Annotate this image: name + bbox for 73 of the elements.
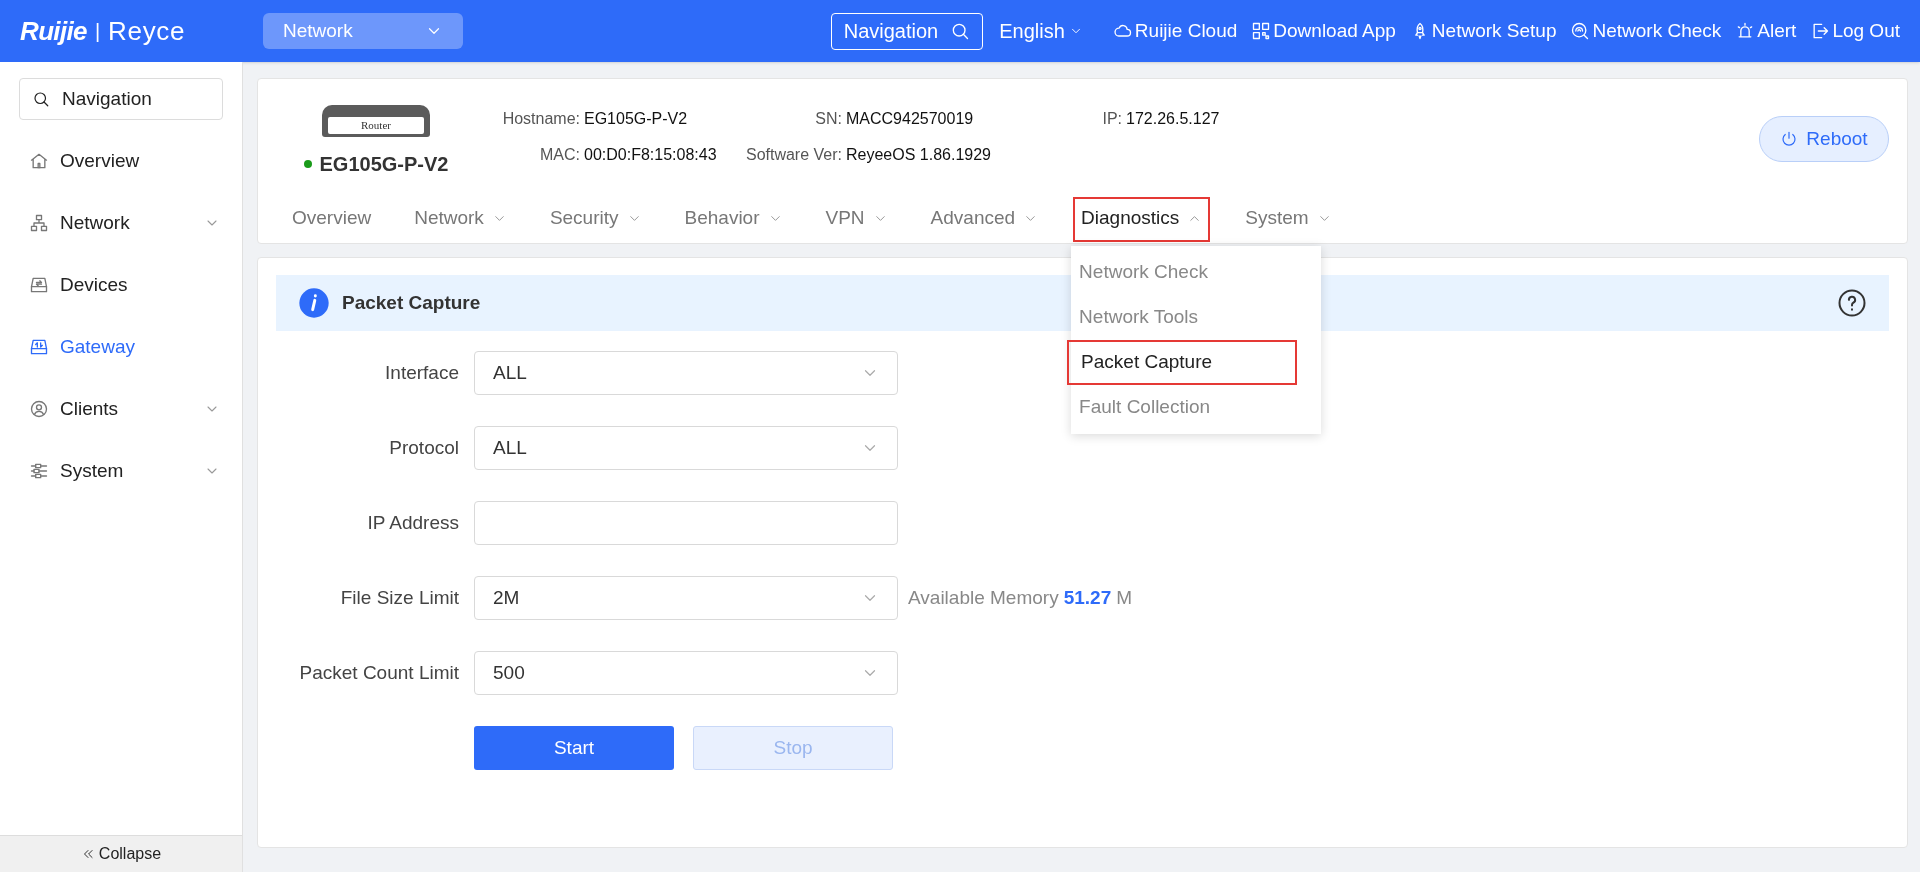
nav-tab[interactable]: Advanced [922,197,1047,242]
qr-code-icon [1251,21,1272,41]
sidebar-item[interactable]: Overview [0,130,242,192]
info-label: MAC: [539,145,581,165]
reboot-button[interactable]: Reboot [1759,116,1889,162]
info-label: Hostname: [501,109,581,129]
memory-label: Available Memory [908,585,1059,610]
sidebar-item[interactable]: System [0,440,242,502]
search-icon [32,90,50,108]
select-field[interactable]: 500 [474,651,898,695]
nav-tab[interactable]: Diagnostics [1073,197,1211,242]
select-field[interactable]: ALL [474,351,898,395]
memory-unit: M [1116,585,1133,610]
nav-tab[interactable]: VPN [817,197,896,242]
info-label: SN: [814,109,843,129]
device-name: EG105G-P-V2 [319,152,449,177]
nav-tab[interactable]: Network [406,197,515,242]
navigation-button[interactable]: Navigation [830,12,984,50]
sliders-icon [29,461,49,481]
signal-search-icon [1570,21,1591,41]
router-label: Router [361,118,391,134]
info-value: ReyeeOS 1.86.1929 [846,145,992,165]
field-label: Interface [384,360,460,385]
navigation-search-field[interactable]: Navigation [19,78,223,120]
user-circle-icon [29,399,49,419]
brand-logo: Reyce [108,14,186,48]
nav-tab[interactable]: Behavior [676,197,791,242]
collapse-button[interactable]: Collapse [0,835,242,872]
field-label: Packet Count Limit [298,660,460,685]
menu-item[interactable]: Fault Collection [1067,385,1298,430]
house-icon [29,151,49,171]
help-icon [1837,288,1867,318]
sidebar-item[interactable]: Network [0,192,242,254]
memory-value: 51.27 [1063,585,1112,610]
search-icon [950,21,971,41]
sidebar-item[interactable]: Devices [0,254,242,316]
info-value: EG105G-P-V2 [584,109,689,129]
network-tree-icon [29,213,49,233]
logo-divider: | [94,19,101,44]
power-icon [1780,130,1799,148]
menu-item[interactable]: Network Tools [1067,295,1298,340]
field-label: IP Address [366,510,460,535]
sidebar-item[interactable]: Clients [0,378,242,440]
header-link[interactable]: Log Out [1810,16,1900,46]
field-label: File Size Limit [339,585,460,610]
info-label: IP: [1101,109,1123,129]
header-link[interactable]: Alert [1735,16,1797,46]
header-link[interactable]: Network Setup [1409,16,1557,46]
select-field[interactable]: 2M [474,576,898,620]
logo: Ruijie [20,14,87,48]
menu-item[interactable]: Network Check [1067,250,1298,295]
action-button[interactable]: Start [474,726,674,770]
input-field[interactable] [474,501,898,545]
select-field[interactable]: ALL [474,426,898,470]
info-value: MACC942570019 [846,109,975,129]
gateway-icon [29,337,49,357]
header-link[interactable]: Download App [1251,16,1396,46]
network-select[interactable]: Network [263,13,463,49]
info-label: Software Ver: [744,145,843,165]
info-value: 172.26.5.127 [1126,109,1221,129]
nav-tab[interactable]: System [1237,197,1340,242]
language-select[interactable]: English [999,16,1083,46]
info-icon [298,287,330,319]
panel-title: Packet Capture [342,290,481,315]
nav-tab[interactable]: Overview [284,197,380,242]
header-link[interactable]: Ruijie Cloud [1112,16,1238,46]
menu-item[interactable]: Packet Capture [1067,340,1298,385]
field-label: Protocol [388,435,460,460]
header-link[interactable]: Network Check [1570,16,1722,46]
sidebar-item[interactable]: Gateway [0,316,242,378]
switch-device-icon [29,275,49,295]
nav-tab[interactable]: Security [541,197,650,242]
info-value: 00:D0:F8:15:08:43 [584,145,718,165]
